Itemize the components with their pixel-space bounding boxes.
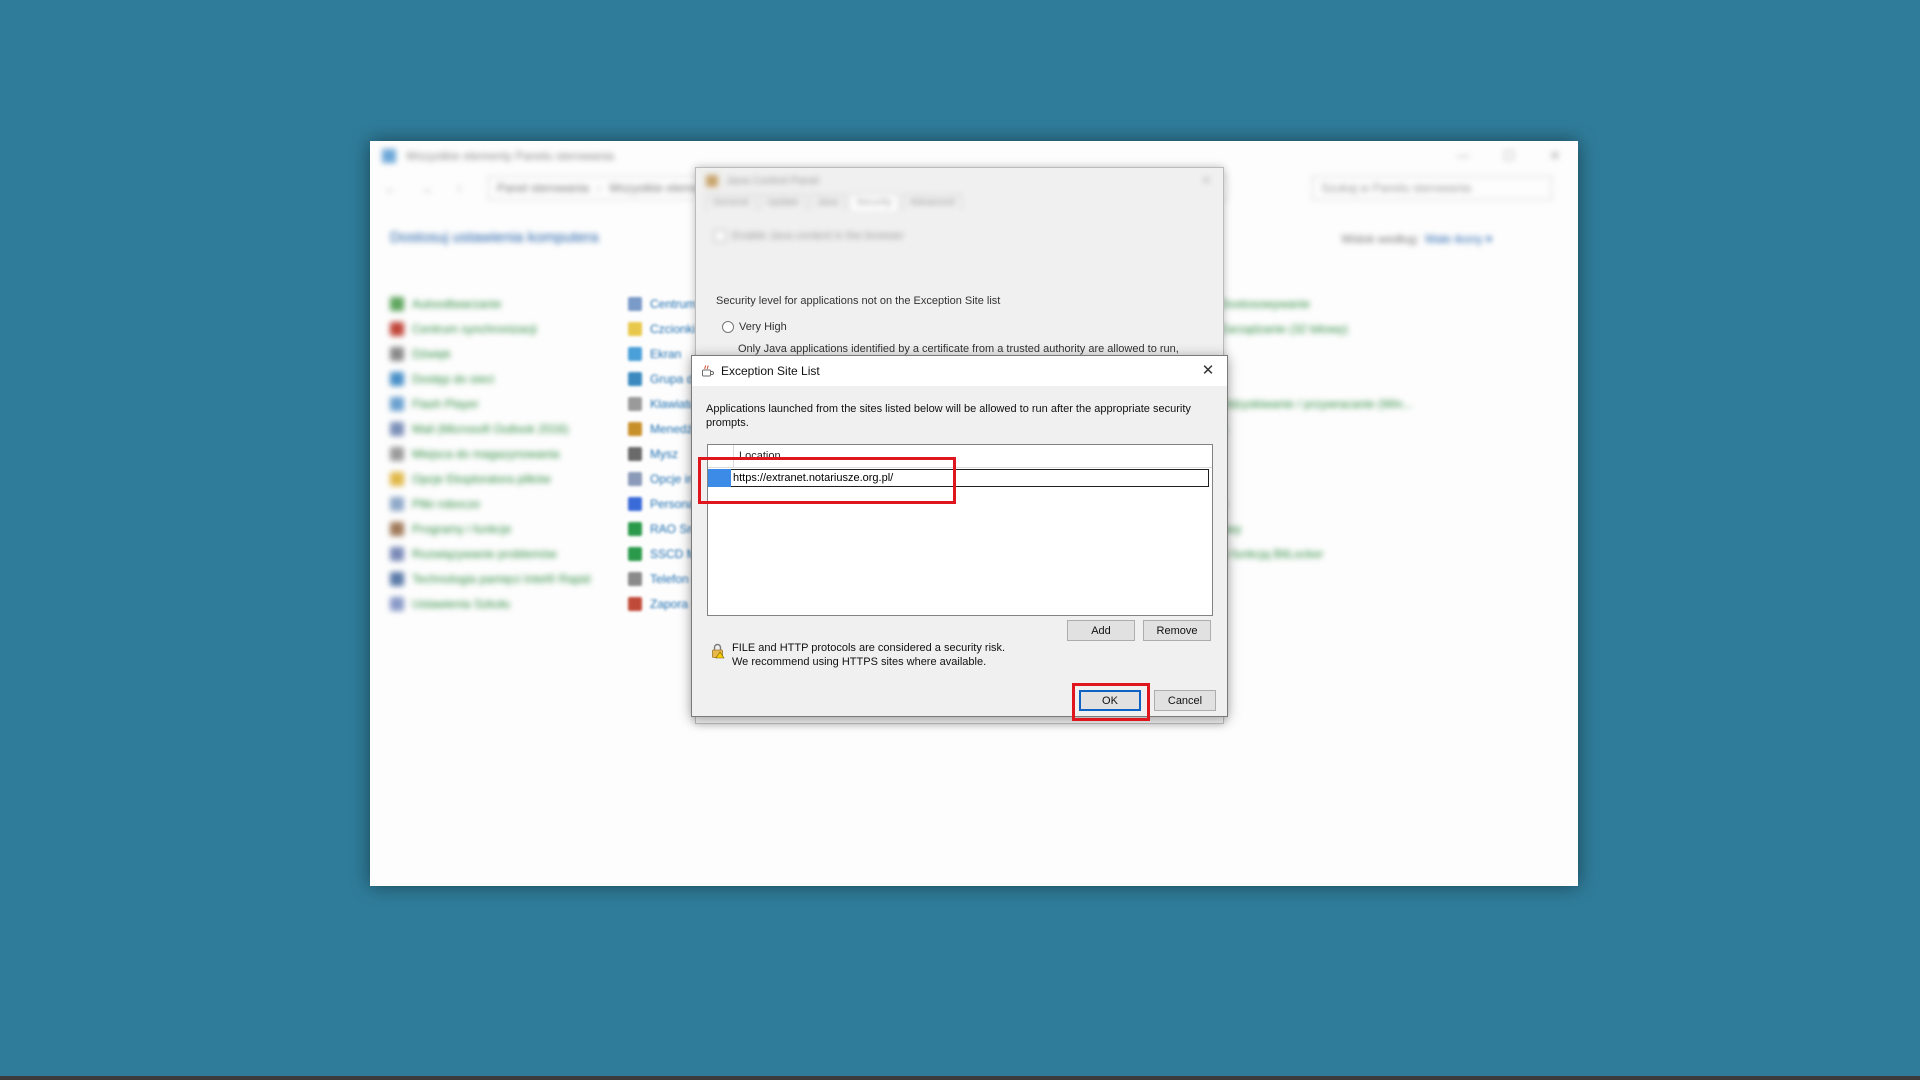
security-warning: FILE and HTTP protocols are considered a… [732, 641, 1005, 669]
applet-icon [628, 496, 642, 511]
applet-icon [628, 396, 642, 411]
add-button[interactable]: Add [1067, 620, 1135, 641]
radio-circle[interactable] [722, 321, 734, 333]
enable-java-label: Enable Java content in the browser [732, 230, 904, 242]
security-level-label: Security level for applications not on t… [716, 295, 1001, 307]
location-input[interactable] [731, 469, 1209, 487]
applet-icon [628, 596, 642, 611]
applet-icon [628, 521, 642, 536]
dialog-title: Exception Site List [721, 364, 820, 378]
padlock-warning-icon [711, 643, 725, 659]
applet-icon [628, 546, 642, 561]
applet-icon [628, 421, 642, 436]
java-control-panel-titlebar: Java Control Panel ✕ [696, 168, 1223, 194]
enable-java-checkbox[interactable]: Enable Java content in the browser [714, 230, 904, 242]
security-warning-line: We recommend using HTTPS sites where ava… [732, 656, 987, 668]
table-header: ... Location [708, 445, 1212, 468]
very-high-label: Very High [739, 321, 787, 333]
java-coffee-icon [706, 175, 718, 187]
checkbox-box[interactable] [714, 230, 726, 242]
ok-button[interactable]: OK [1079, 690, 1141, 711]
very-high-radio[interactable]: Very High [722, 321, 787, 333]
cancel-button[interactable]: Cancel [1154, 690, 1216, 711]
row-selector-cell[interactable] [708, 469, 731, 487]
java-control-panel-tabs: General Update Java Security Advanced [696, 194, 1223, 210]
tab-java[interactable]: Java [809, 194, 845, 210]
close-icon[interactable]: ✕ [1197, 360, 1219, 382]
table-row[interactable] [708, 469, 1212, 487]
dialog-description: Applications launched from the sites lis… [706, 403, 1191, 429]
java-control-panel-title: Java Control Panel [726, 175, 819, 187]
applet-icon [628, 371, 642, 386]
dialog-titlebar: Exception Site List ✕ [692, 356, 1227, 386]
tab-update[interactable]: Update [759, 194, 806, 210]
very-high-description: Only Java applications identified by a c… [738, 343, 1179, 355]
applet-icon [628, 346, 642, 361]
applet-icon [628, 471, 642, 486]
taskbar-edge [0, 1076, 1920, 1080]
applet-icon [628, 296, 642, 311]
tab-general[interactable]: General [706, 194, 756, 210]
applet-icon [628, 321, 642, 336]
applet-icon [628, 571, 642, 586]
remove-button[interactable]: Remove [1143, 620, 1211, 641]
exception-site-list-dialog: Exception Site List ✕ Applications launc… [691, 355, 1228, 717]
java-coffee-icon [701, 364, 715, 378]
tab-security[interactable]: Security [848, 194, 900, 210]
tab-advanced[interactable]: Advanced [903, 194, 962, 210]
exception-site-table[interactable]: ... Location [707, 444, 1213, 616]
column-header-index[interactable]: ... [708, 445, 734, 467]
security-warning-line: FILE and HTTP protocols are considered a… [732, 642, 1006, 654]
column-header-location[interactable]: Location [734, 445, 781, 467]
close-icon[interactable]: ✕ [1202, 174, 1211, 187]
applet-icon [628, 446, 642, 461]
